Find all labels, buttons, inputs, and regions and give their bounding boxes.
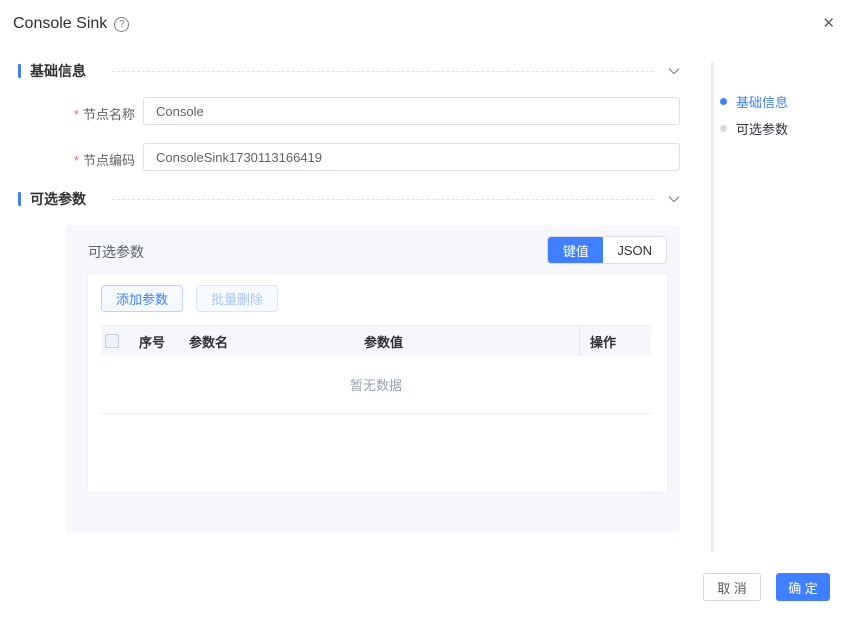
- section-optional-title: 可选参数: [30, 189, 86, 209]
- console-sink-dialog: Console Sink ? ✕ 基础信息 *节点名称 *节点编码 可选参数 可…: [0, 0, 854, 619]
- section-optional-params: 可选参数: [18, 190, 682, 208]
- cancel-button[interactable]: 取 消: [703, 573, 761, 601]
- add-param-button[interactable]: 添加参数: [101, 285, 183, 312]
- node-code-label: *节点编码: [18, 150, 135, 169]
- chevron-down-icon: [666, 63, 682, 79]
- toggle-key-value[interactable]: 键值: [548, 237, 603, 263]
- help-icon[interactable]: ?: [114, 17, 129, 32]
- section-accent-bar: [18, 192, 21, 206]
- collapse-basic-button[interactable]: [666, 63, 682, 79]
- node-name-label: *节点名称: [18, 104, 135, 123]
- params-table: 序号 参数名 参数值 操作 暂无数据: [101, 325, 651, 414]
- anchor-basic-info[interactable]: 基础信息: [720, 92, 788, 111]
- node-name-input[interactable]: [143, 97, 680, 125]
- column-param-value: 参数值: [364, 332, 579, 351]
- anchor-nav-rail: [711, 62, 714, 552]
- required-mark: *: [74, 153, 79, 168]
- anchor-optional-params[interactable]: 可选参数: [720, 119, 788, 138]
- select-all-cell: [101, 334, 139, 348]
- section-basic-title: 基础信息: [30, 61, 86, 81]
- section-divider: [112, 199, 654, 200]
- batch-delete-button[interactable]: 批量删除: [196, 285, 278, 312]
- column-actions: 操作: [579, 326, 651, 356]
- dialog-header: Console Sink ?: [13, 15, 129, 33]
- optional-params-label: 可选参数: [88, 242, 144, 262]
- section-basic-info: 基础信息: [18, 62, 682, 80]
- anchor-dot-inactive: [720, 125, 727, 132]
- anchor-basic-label: 基础信息: [736, 92, 788, 111]
- section-accent-bar: [18, 64, 21, 78]
- column-param-name: 参数名: [189, 332, 364, 351]
- params-card: 添加参数 批量删除 序号 参数名 参数值 操作 暂无数据: [87, 273, 668, 493]
- select-all-checkbox[interactable]: [105, 334, 119, 348]
- params-table-header: 序号 参数名 参数值 操作: [101, 325, 651, 356]
- dialog-title: Console Sink: [13, 15, 107, 33]
- node-code-input[interactable]: [143, 143, 680, 171]
- chevron-down-icon: [666, 191, 682, 207]
- view-mode-toggle: 键值 JSON: [547, 236, 667, 264]
- collapse-optional-button[interactable]: [666, 191, 682, 207]
- params-toolbar: 添加参数 批量删除: [101, 285, 278, 312]
- required-mark: *: [74, 107, 79, 122]
- empty-state: 暂无数据: [101, 356, 651, 414]
- column-index: 序号: [139, 332, 189, 351]
- optional-params-panel: 可选参数 键值 JSON 添加参数 批量删除 序号 参数名 参数值 操作: [66, 225, 680, 533]
- confirm-button[interactable]: 确 定: [776, 573, 830, 601]
- toggle-json[interactable]: JSON: [603, 237, 666, 263]
- close-icon[interactable]: ✕: [822, 16, 835, 31]
- section-divider: [112, 71, 654, 72]
- anchor-dot-active: [720, 98, 727, 105]
- anchor-optional-label: 可选参数: [736, 119, 788, 138]
